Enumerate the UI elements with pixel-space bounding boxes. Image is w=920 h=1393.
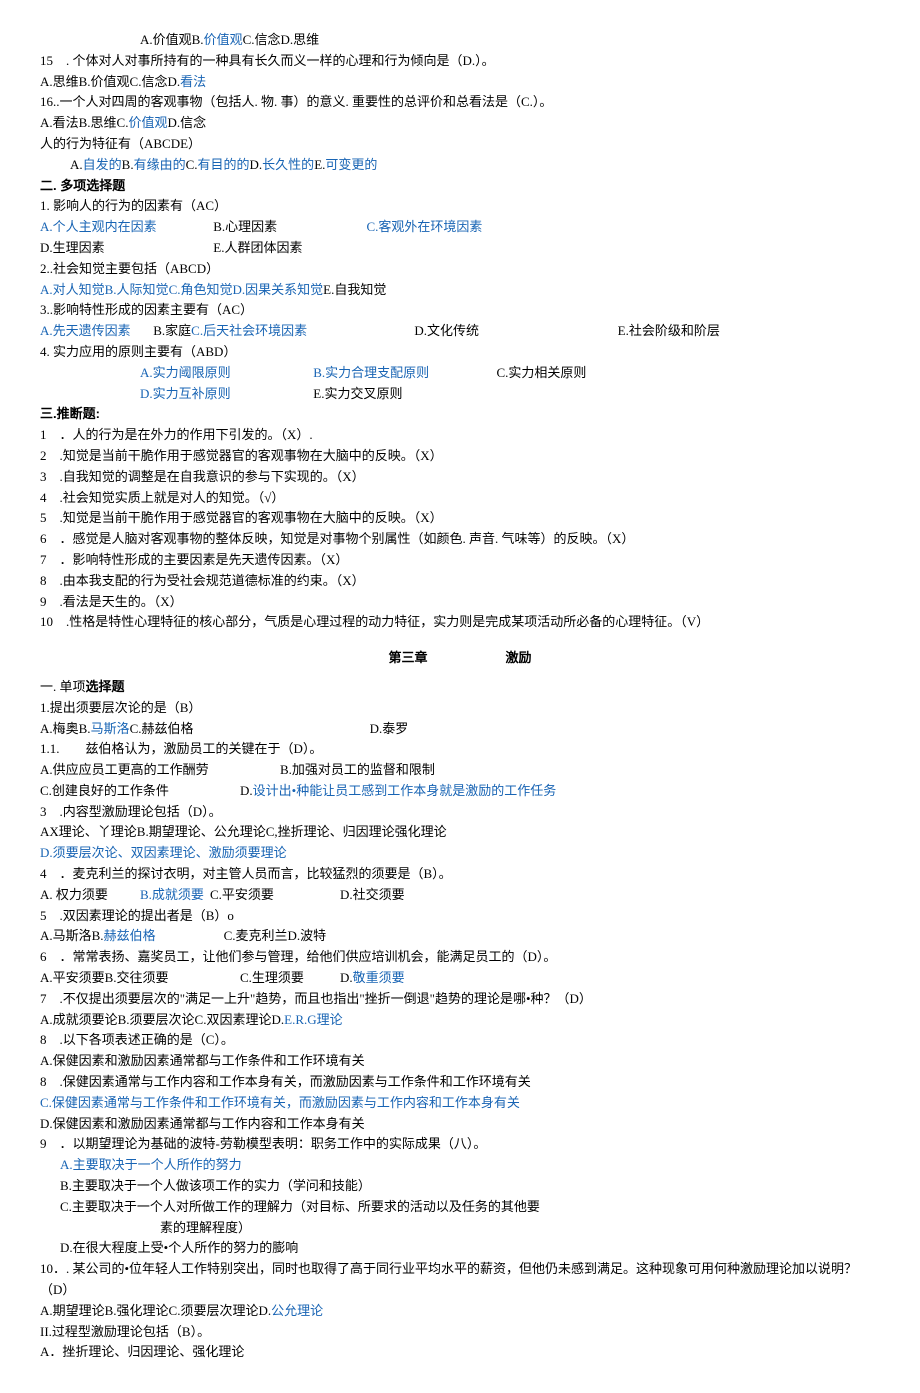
tf-q8: 8 .由本我支配的行为受社会规范道德标准的约束。（X） bbox=[40, 571, 880, 592]
sc-q9b: B.主要取决于一个人做该项工作的实力（学问和技能） bbox=[40, 1176, 880, 1197]
sc-q11a: A．挫折理论、归因理论、强化理论 bbox=[40, 1342, 880, 1363]
tf-q9: 9 .看法是天生的。（X） bbox=[40, 592, 880, 613]
sc-q9a: A.主要取决于一个人所作的努力 bbox=[40, 1155, 880, 1176]
tf-q5: 5 .知觉是当前干脆作用于感觉器官的客观事物在大脑中的反映。（X） bbox=[40, 508, 880, 529]
mc-q3: 3..影响特性形成的因素主要有（AC） bbox=[40, 300, 880, 321]
sc-q8a: A.保健因素和激励因素通常都与工作条件和工作环境有关 bbox=[40, 1051, 880, 1072]
sc-q4: 4 ．麦克利兰的探讨衣明，对主管人员而言，比较猛烈的须要是（B）。 bbox=[40, 864, 880, 885]
q15-options: A.思维B.价值观C.信念D.看法 bbox=[40, 72, 880, 93]
sc-q8d: D.保健因素和激励因素通常都与工作内容和工作本身有关 bbox=[40, 1114, 880, 1135]
tf-q7: 7 ．影响特性形成的主要因素是先天遗传因素。（X） bbox=[40, 550, 880, 571]
mc-q4: 4. 实力应用的原则主要有（ABD） bbox=[40, 342, 880, 363]
sc-q9c: C.主要取决于一个人对所做工作的理解力（对目标、所要求的活动以及任务的其他要 bbox=[40, 1197, 880, 1218]
sc-q9: 9 ．以期望理论为基础的波特-劳勒模型表明：职务工作中的实际成果（八）。 bbox=[40, 1134, 880, 1155]
tf-q2: 2 .知觉是当前干脆作用于感觉器官的客观事物在大脑中的反映。（X） bbox=[40, 446, 880, 467]
tf-q4: 4 .社会知觉实质上就是对人的知觉。（√） bbox=[40, 488, 880, 509]
mc-q3-opts: A.先天遗传因素 B.家庭C.后天社会环境因素 D.文化传统 E.社会阶级和阶层 bbox=[40, 321, 880, 342]
mc-q1-row1: A.个人主观内在因素 B.心理因素 C.客观外在环境因素 bbox=[40, 217, 880, 238]
sc-q5-opts: A.马斯洛B.赫兹伯格C.麦克利兰D.波特 bbox=[40, 926, 880, 947]
sc-q1-1: 1.1. 兹伯格认为，激励员工的关键在于（D）。 bbox=[40, 739, 880, 760]
sc-q1-opts: A.梅奥B.马斯洛C.赫兹伯格D.泰罗 bbox=[40, 719, 880, 740]
sc-q7-opts: A.成就须要论B.须要层次论C.双因素理论D.E.R.G理论 bbox=[40, 1010, 880, 1031]
behavior-opts: A.自发的B.有缘由的C.有目的的D.长久性的E.可变更的 bbox=[40, 155, 880, 176]
sc-q4-opts: A. 权力须要B.成就须要C.平安须要D.社交须要 bbox=[40, 885, 880, 906]
q15: 15 . 个体对人对事所持有的一种具有长久而义一样的心理和行为倾向是（D.）。 bbox=[40, 51, 880, 72]
sc-q1: 1.提出须要层次论的是（B） bbox=[40, 698, 880, 719]
sc-q1-1-row1: A.供应应员工更高的工作酬劳B.加强对员工的监督和限制 bbox=[40, 760, 880, 781]
sc-q5: 5 .双因素理论的提出者是（B）o bbox=[40, 906, 880, 927]
mc-q1-row2: D.生理因素 E.人群团体因素 bbox=[40, 238, 880, 259]
mc-q2-opts: A.对人知觉B.人际知觉C.角色知觉D.因果关系知觉E.自我知觉 bbox=[40, 280, 880, 301]
tf-q3: 3 .自我知觉的调整是在自我意识的参与下实现的。（X） bbox=[40, 467, 880, 488]
sc-q1-1-row2: C.创建良好的工作条件D.设计出•种能让员工感到工作本身就是激励的工作任务 bbox=[40, 781, 880, 802]
sc-q7: 7 .不仅提出须要层次的"满足一上升"趋势，而且也指出"挫折一倒退"趋势的理论是… bbox=[40, 989, 880, 1010]
sc-q6: 6 ．常常表扬、嘉奖员工，让他们参与管理，给他们供应培训机会，能满足员工的（D）… bbox=[40, 947, 880, 968]
tf-q1: 1 ．人的行为是在外力的作用下引发的。（X）. bbox=[40, 425, 880, 446]
sc-q3a: AX理论、丫理论B.期望理论、公允理论C,挫折理论、归因理论强化理论 bbox=[40, 822, 880, 843]
section-2-title: 二. 多项选择题 bbox=[40, 176, 880, 197]
mc-q4-row2: D.实力互补原则 E.实力交叉原则 bbox=[40, 384, 880, 405]
sc-q8c: C.保健因素通常与工作条件和工作环境有关，而激励因素与工作内容和工作本身有关 bbox=[40, 1093, 880, 1114]
sc-q3: 3 .内容型激励理论包括（D）。 bbox=[40, 802, 880, 823]
q16: 16..一个人对四周的客观事物（包括人. 物. 事）的意义. 重要性的总评价和总… bbox=[40, 92, 880, 113]
sc-q3d: D.须要层次论、双因素理论、激励须要理论 bbox=[40, 843, 880, 864]
sc-q10-opts: A.期望理论B.强化理论C.须要层次理论D.公允理论 bbox=[40, 1301, 880, 1322]
q16-options: A.看法B.思维C.价值观D.信念 bbox=[40, 113, 880, 134]
behavior-q: 人的行为特征有（ABCDE） bbox=[40, 134, 880, 155]
sc-q9c2: 素的理解程度） bbox=[40, 1218, 880, 1239]
sc-q6-opts: A.平安须要B.交往须要C.生理须要D.敬重须要 bbox=[40, 968, 880, 989]
section-3-title: 三.推断题: bbox=[40, 404, 880, 425]
sc-q8: 8 .以下各项表述正确的是（C）。 bbox=[40, 1030, 880, 1051]
q14-options: A.价值观B.价值观C.信念D.思维 bbox=[40, 30, 880, 51]
chapter-title: 第三章 激励 bbox=[40, 648, 880, 669]
mc-q1: 1. 影响人的行为的因素有（AC） bbox=[40, 196, 880, 217]
sc-q11: II.过程型激励理论包括（B）。 bbox=[40, 1322, 880, 1343]
sc-q8b: 8 .保健因素通常与工作内容和工作本身有关，而激励因素与工作条件和工作环境有关 bbox=[40, 1072, 880, 1093]
section-1b-title: 一. 单项选择题 bbox=[40, 677, 880, 698]
mc-q2: 2..社会知觉主要包括（ABCD） bbox=[40, 259, 880, 280]
sc-q9d: D.在很大程度上受•个人所作的努力的膨响 bbox=[40, 1238, 880, 1259]
mc-q4-row1: A.实力阈限原则 B.实力合理支配原则 C.实力相关原则 bbox=[40, 363, 880, 384]
tf-q10: 10 .性格是特性心理特征的核心部分，气质是心理过程的动力特征，实力则是完成某项… bbox=[40, 612, 880, 633]
tf-q6: 6 ．感觉是人脑对客观事物的整体反映，知觉是对事物个别属性（如颜色. 声音. 气… bbox=[40, 529, 880, 550]
sc-q10: 10．. 某公司的•位年轻人工作特别突出，同时也取得了高于同行业平均水平的薪资，… bbox=[40, 1259, 880, 1301]
